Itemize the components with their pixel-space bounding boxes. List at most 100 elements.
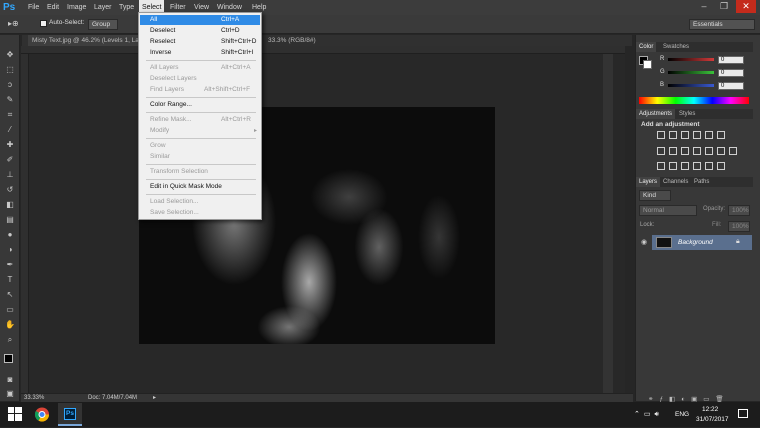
photoshop-logo: Ps (3, 2, 16, 13)
marquee-icon[interactable]: ⬚ (5, 65, 15, 74)
notifications-icon[interactable] (738, 409, 748, 418)
photoshop-taskbar-logo: Ps (64, 408, 76, 420)
zoom-level-field[interactable]: 33.33% (24, 394, 52, 402)
menu-item-deselect[interactable]: Deselect Ctrl+D (140, 26, 260, 36)
tab-adjustments[interactable]: Adjustments (636, 109, 676, 119)
layer-visibility-eye-icon[interactable]: ◉ (641, 238, 647, 246)
adjustment-icon[interactable] (693, 162, 701, 170)
tab-channels[interactable]: Channels (660, 177, 691, 187)
workspace-dropdown[interactable]: Essentials (689, 19, 755, 30)
layer-name[interactable]: Background (678, 235, 713, 250)
tab-paths[interactable]: Paths (691, 177, 712, 187)
adjustment-icon[interactable] (705, 131, 713, 139)
move-tool-icon[interactable]: ▸⊕ (8, 19, 19, 28)
blur-icon[interactable]: ● (5, 230, 15, 239)
adjustment-icon[interactable] (681, 147, 689, 155)
healing-icon[interactable]: ✚ (5, 140, 15, 149)
color-background-swatch[interactable] (643, 60, 652, 69)
blue-slider[interactable] (668, 84, 714, 87)
quick-mask-icon[interactable]: ◙ (5, 375, 15, 384)
minimize-button[interactable]: – (694, 0, 714, 13)
history-brush-icon[interactable]: ↺ (5, 185, 15, 194)
adjustment-icon[interactable] (657, 147, 665, 155)
screen-mode-icon[interactable]: ▣ (5, 389, 15, 398)
adjustment-icon[interactable] (657, 131, 665, 139)
system-tray-icons[interactable]: ⌃▭🔊︎ (634, 410, 663, 419)
auto-select-dropdown[interactable]: Group (88, 19, 118, 30)
adjustment-icon[interactable] (693, 147, 701, 155)
type-icon[interactable]: T (5, 275, 15, 284)
move-icon[interactable]: ✥ (5, 50, 15, 59)
adjustment-icon[interactable] (657, 162, 665, 170)
adjustment-icon[interactable] (717, 147, 725, 155)
language-indicator[interactable]: ENG (675, 411, 689, 418)
adjustment-icon[interactable] (705, 162, 713, 170)
menu-file[interactable]: File (25, 0, 42, 15)
adjustment-icon[interactable] (681, 162, 689, 170)
document-tab[interactable]: Misty Text.jpg @ 46.2% (Levels 1, Layer (28, 35, 152, 46)
adjustment-icon[interactable] (717, 131, 725, 139)
adjustment-icon[interactable] (705, 147, 713, 155)
adjustment-icon[interactable] (669, 162, 677, 170)
adjustment-icon[interactable] (729, 147, 737, 155)
tab-color[interactable]: Color (636, 42, 657, 52)
tab-swatches[interactable]: Swatches (660, 42, 692, 52)
menu-item-reselect[interactable]: Reselect Shift+Ctrl+D (140, 37, 260, 47)
tab-styles[interactable]: Styles (676, 109, 698, 119)
clock-date[interactable]: 31/07/2017 (696, 416, 729, 423)
eyedropper-icon[interactable]: ⁄ (5, 125, 15, 134)
chrome-icon[interactable] (30, 403, 54, 426)
quick-select-icon[interactable]: ✎ (5, 95, 15, 104)
opacity-label: Opacity: (703, 206, 726, 212)
menu-item-save-selection: Save Selection... (150, 209, 199, 216)
adjustment-icon[interactable] (717, 162, 725, 170)
green-value-field[interactable]: 0 (718, 69, 744, 77)
brush-icon[interactable]: ✐ (5, 155, 15, 164)
adjustment-icon[interactable] (693, 131, 701, 139)
crop-icon[interactable]: ⌗ (5, 110, 15, 119)
shape-icon[interactable]: ▭ (5, 305, 15, 314)
zoom-icon[interactable]: ⌕ (5, 335, 15, 344)
menu-layer[interactable]: Layer (91, 0, 115, 15)
menu-item-quick-mask[interactable]: Edit in Quick Mask Mode (140, 182, 260, 192)
menu-item-all[interactable]: All Ctrl+A (140, 15, 260, 25)
clock-time[interactable]: 12:22 (702, 406, 718, 413)
blend-mode-dropdown[interactable]: Normal (639, 205, 697, 216)
lasso-icon[interactable]: ↄ (5, 80, 15, 89)
opacity-field[interactable]: 100% (728, 205, 750, 216)
adjustment-icon[interactable] (669, 147, 677, 155)
close-window-button[interactable]: ✕ (736, 0, 756, 13)
menu-edit[interactable]: Edit (44, 0, 62, 15)
photoshop-icon[interactable]: Ps (58, 403, 82, 426)
hand-icon[interactable]: ✋ (5, 320, 15, 329)
adjustment-icon[interactable] (669, 131, 677, 139)
eraser-icon[interactable]: ◧ (5, 200, 15, 209)
menu-separator (146, 60, 256, 61)
red-slider[interactable] (668, 58, 714, 61)
red-value-field[interactable]: 0 (718, 56, 744, 64)
layer-filter-kind[interactable]: Kind (639, 190, 671, 201)
vertical-scrollbar[interactable] (603, 54, 613, 393)
status-arrow-icon[interactable]: ▸ (153, 394, 156, 401)
windows-start-icon[interactable] (8, 407, 22, 421)
tab-layers[interactable]: Layers (636, 177, 661, 187)
document-tab-suffix[interactable]: 33.3% (RGB/8#) (268, 35, 316, 46)
menu-item-refine-mask: Refine Mask... Alt+Ctrl+R (150, 116, 251, 123)
menu-type[interactable]: Type (116, 0, 137, 15)
menu-item-color-range[interactable]: Color Range... (140, 100, 260, 110)
blue-value-field[interactable]: 0 (718, 82, 744, 90)
adjustment-icon[interactable] (681, 131, 689, 139)
foreground-color-swatch[interactable] (4, 354, 13, 363)
pen-icon[interactable]: ✒ (5, 260, 15, 269)
auto-select-checkbox[interactable] (40, 20, 47, 27)
restore-button[interactable]: ❐ (714, 0, 734, 13)
menu-image[interactable]: Image (64, 0, 89, 15)
fill-field[interactable]: 100% (728, 221, 750, 232)
gradient-icon[interactable]: ▤ (5, 215, 15, 224)
stamp-icon[interactable]: ⊥ (5, 170, 15, 179)
green-slider[interactable] (668, 71, 714, 74)
color-spectrum-ramp[interactable] (639, 97, 749, 104)
dodge-icon[interactable]: ◑ (5, 245, 15, 254)
menu-item-inverse[interactable]: Inverse Shift+Ctrl+I (140, 48, 260, 58)
path-select-icon[interactable]: ↖ (5, 290, 15, 299)
